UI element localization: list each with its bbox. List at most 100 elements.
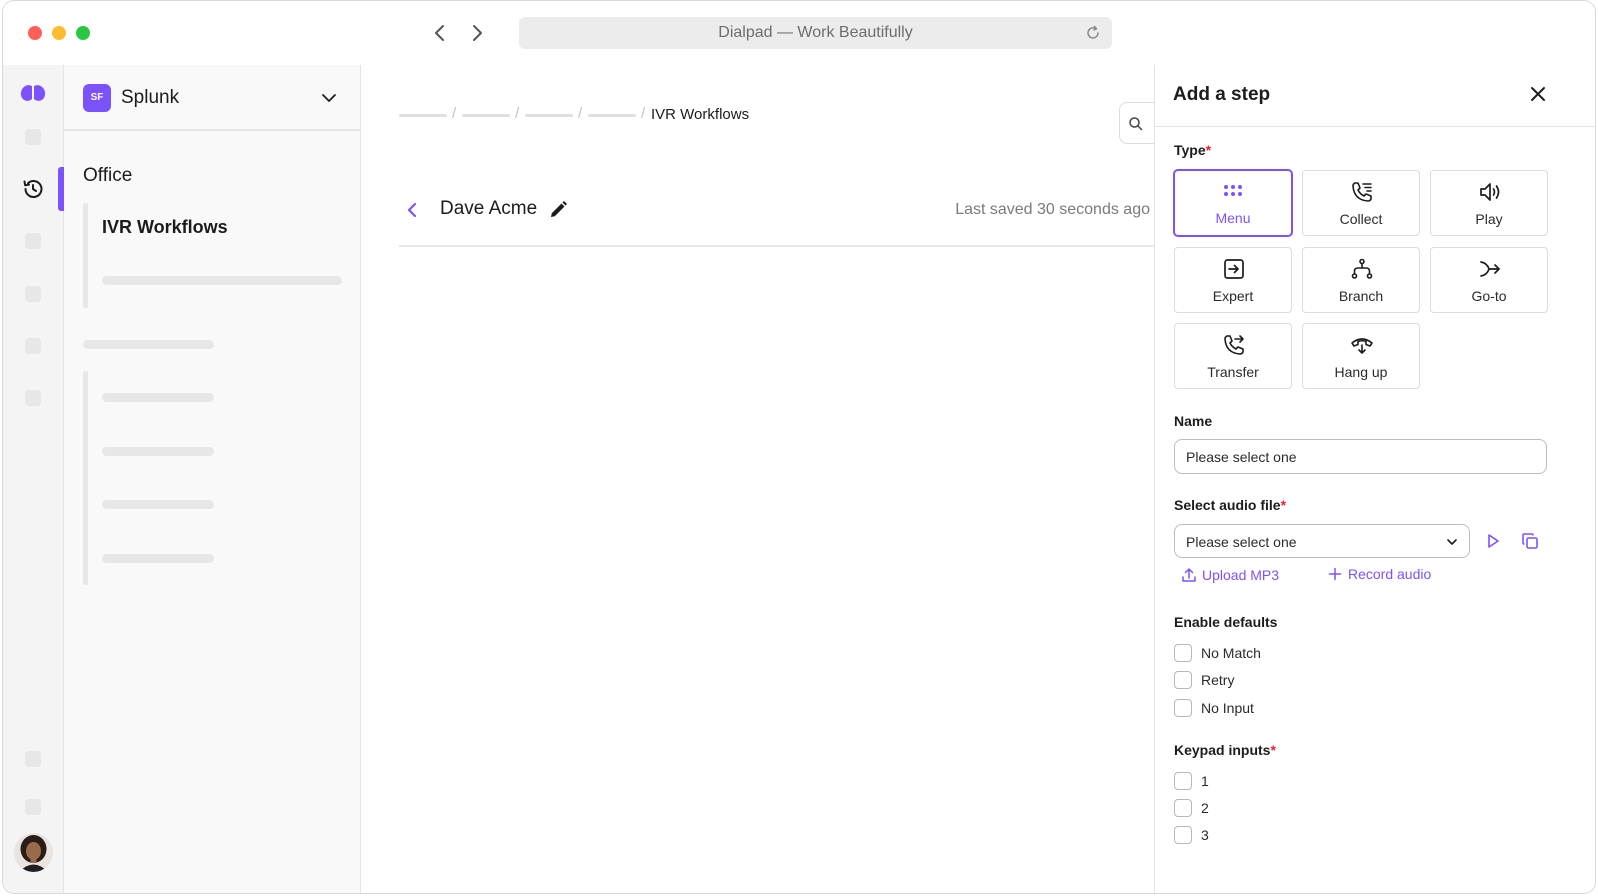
rail-nav-placeholder[interactable] [25, 338, 41, 354]
org-badge: SF [83, 84, 111, 112]
forward-arrow-icon[interactable] [465, 21, 489, 45]
upload-mp3-link[interactable]: Upload MP3 [1182, 567, 1280, 583]
type-option-label: Transfer [1207, 364, 1259, 380]
chevron-down-icon[interactable] [320, 89, 338, 107]
type-option-label: Collect [1339, 211, 1383, 227]
rail-nav-placeholder[interactable] [25, 751, 41, 767]
audio-file-value: Please select one [1186, 534, 1297, 550]
close-window-button[interactable] [28, 26, 42, 40]
section-title-office[interactable]: Office [83, 165, 132, 187]
breadcrumb-placeholder[interactable] [525, 114, 573, 117]
audio-file-select[interactable]: Please select one [1174, 524, 1470, 558]
sidebar-item-placeholder[interactable] [102, 447, 214, 456]
type-option-label: Branch [1338, 288, 1384, 304]
panel-divider [1155, 126, 1595, 127]
search-input[interactable] [1119, 102, 1159, 144]
type-option-label: Expert [1212, 288, 1254, 304]
panel-title: Add a step [1173, 84, 1271, 105]
branch-icon [1351, 258, 1373, 279]
merge-arrow-icon [1480, 261, 1500, 277]
speaker-icon [1480, 183, 1500, 201]
record-audio-label: Record audio [1348, 566, 1432, 582]
chevron-down-icon [1447, 539, 1457, 545]
breadcrumb-placeholder[interactable] [588, 114, 636, 117]
copy-icon[interactable] [1520, 531, 1540, 551]
checkbox-box[interactable] [1174, 671, 1192, 689]
breadcrumb-separator: / [452, 105, 457, 122]
org-switcher[interactable]: SF Splunk [64, 65, 360, 131]
history-icon[interactable] [21, 177, 45, 201]
type-option-play[interactable]: Play [1430, 170, 1548, 236]
breadcrumb-placeholder[interactable] [399, 114, 447, 117]
type-option-label: Go-to [1471, 288, 1507, 304]
checkbox-box[interactable] [1174, 772, 1192, 790]
maximize-window-button[interactable] [76, 26, 90, 40]
rail-nav-placeholder[interactable] [25, 799, 41, 815]
address-bar[interactable]: Dialpad — Work Beautifully [519, 17, 1112, 49]
type-option-collect[interactable]: Collect [1302, 170, 1420, 236]
back-arrow-icon[interactable] [428, 21, 452, 45]
add-step-panel: Add a step Type* Menu Collect Play Exper… [1154, 65, 1595, 893]
checkbox-box[interactable] [1174, 644, 1192, 662]
record-audio-link[interactable]: Record audio [1328, 566, 1432, 582]
app-window: Dialpad — Work Beautifully SF Splunk Off… [2, 0, 1596, 894]
checkbox-label: 1 [1201, 773, 1209, 789]
breadcrumb-separator: / [641, 105, 646, 122]
secondary-sidebar: SF Splunk Office IVR Workflows [64, 65, 361, 893]
checkbox-box[interactable] [1174, 699, 1192, 717]
type-option-menu[interactable]: Menu [1173, 169, 1293, 237]
dialpad-logo-icon[interactable] [20, 83, 46, 103]
checkbox-label: 3 [1201, 827, 1209, 843]
audio-file-label: Select audio file* [1174, 497, 1287, 513]
type-option-transfer[interactable]: Transfer [1174, 323, 1292, 389]
main-content: / / / / IVR Workflows Dave Acme Last sav… [361, 65, 1159, 893]
title-bar: Dialpad — Work Beautifully [3, 1, 1595, 65]
type-option-go-to[interactable]: Go-to [1430, 247, 1548, 313]
user-avatar[interactable] [14, 833, 53, 872]
breadcrumb-placeholder[interactable] [462, 114, 510, 117]
play-icon[interactable] [1483, 531, 1503, 551]
reload-icon[interactable] [1084, 24, 1102, 42]
tree-guide-line [83, 371, 88, 585]
type-option-hang-up[interactable]: Hang up [1302, 323, 1420, 389]
sidebar-item-placeholder[interactable] [102, 276, 342, 285]
minimize-window-button[interactable] [52, 26, 66, 40]
rail-nav-placeholder[interactable] [25, 129, 41, 145]
plus-icon [1328, 567, 1342, 581]
breadcrumb-separator: / [578, 105, 583, 122]
keypad-inputs-label: Keypad inputs* [1174, 742, 1276, 758]
sidebar-item-placeholder[interactable] [102, 500, 214, 509]
checkbox-box[interactable] [1174, 799, 1192, 817]
checkbox-label: No Match [1201, 645, 1261, 661]
upload-icon [1182, 568, 1196, 582]
sidebar-item-ivr-workflows[interactable]: IVR Workflows [102, 217, 228, 238]
breadcrumb-current: IVR Workflows [651, 106, 750, 123]
sidebar-item-placeholder[interactable] [102, 554, 214, 563]
upload-mp3-label: Upload MP3 [1202, 567, 1280, 583]
header-divider [399, 245, 1154, 247]
type-label: Type* [1174, 142, 1212, 158]
rail-nav-placeholder[interactable] [25, 233, 41, 249]
checkbox-box[interactable] [1174, 826, 1192, 844]
last-saved-status: Last saved 30 seconds ago [955, 201, 1150, 218]
sidebar-item-placeholder[interactable] [102, 393, 214, 402]
rail-nav-placeholder[interactable] [25, 390, 41, 406]
sidebar-section-placeholder[interactable] [83, 340, 214, 349]
pencil-icon[interactable] [547, 199, 569, 221]
workflow-name: Dave Acme [440, 198, 538, 219]
name-label: Name [1174, 413, 1213, 429]
name-field[interactable]: Please select one [1174, 439, 1547, 474]
rail-nav-placeholder[interactable] [25, 286, 41, 302]
back-chevron-icon[interactable] [401, 199, 423, 221]
close-icon[interactable] [1527, 83, 1549, 105]
hang-up-icon [1351, 338, 1373, 354]
type-option-label: Menu [1215, 210, 1251, 226]
phone-transfer-icon [1224, 335, 1244, 355]
type-option-expert[interactable]: Expert [1174, 247, 1292, 313]
enter-box-icon [1224, 259, 1244, 279]
phone-list-icon [1352, 182, 1372, 202]
breadcrumb-separator: / [515, 105, 520, 122]
checkbox-label: Retry [1201, 672, 1235, 688]
type-option-branch[interactable]: Branch [1302, 247, 1420, 313]
org-name: Splunk [121, 87, 180, 108]
